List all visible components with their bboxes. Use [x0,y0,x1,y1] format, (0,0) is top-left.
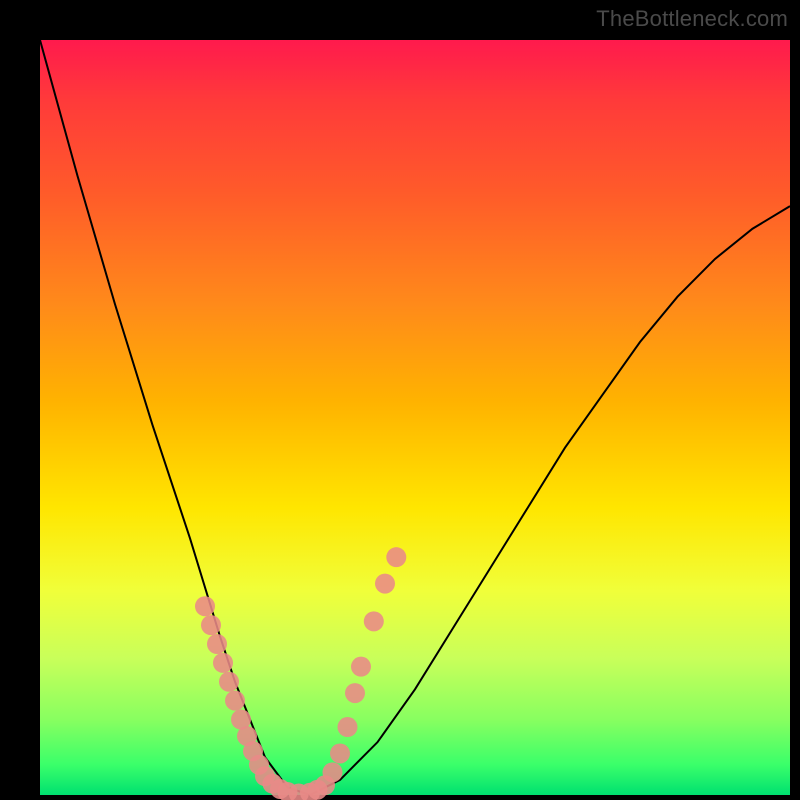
chart-frame: TheBottleneck.com [0,0,800,800]
bottleneck-curve [40,40,790,795]
watermark-text: TheBottleneck.com [596,6,788,32]
marker-dots [195,547,406,800]
curve-svg [40,40,790,795]
plot-area [40,40,790,795]
